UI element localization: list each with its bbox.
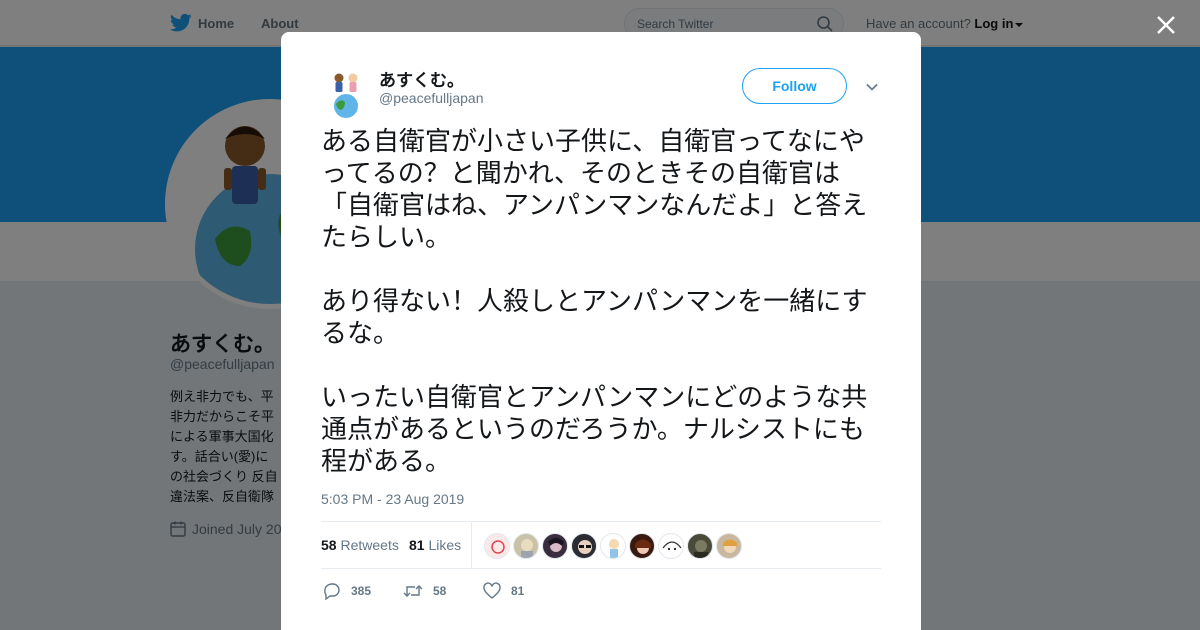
stats-divider [471, 522, 472, 569]
retweet-action-count: 58 [433, 584, 447, 598]
close-icon[interactable] [1155, 14, 1177, 36]
tweet-modal: あすくむ。 @peacefulljapan Follow ある自衛官が小さい子供… [281, 32, 921, 630]
author-name[interactable]: あすくむ。 [379, 66, 464, 91]
like-button[interactable]: 81 [483, 582, 524, 600]
tweet-actions: 385 58 81 [321, 580, 881, 604]
tweet-timestamp[interactable]: 5:03 PM - 23 Aug 2019 [321, 491, 464, 507]
liker-avatar[interactable] [600, 533, 626, 559]
liker-avatar[interactable] [484, 533, 510, 559]
tweet-stats: 58 Retweets 81 Likes [321, 521, 881, 569]
retweet-icon [403, 585, 423, 597]
liker-avatar[interactable] [571, 533, 597, 559]
likes-stat[interactable]: 81 Likes [409, 537, 461, 553]
likes-label: Likes [428, 537, 462, 553]
reply-count: 385 [351, 584, 372, 598]
reply-button[interactable]: 385 [323, 582, 371, 600]
tweet-paragraph: いったい自衛官とアンパンマンにどのような共通点があるというのだろうか。ナルシスト… [321, 383, 868, 477]
retweets-stat[interactable]: 58 Retweets [321, 537, 399, 553]
retweet-button[interactable]: 58 [403, 582, 446, 600]
tweet-text: ある自衛官が小さい子供に、自衛官ってなにやってるの？と聞かれ、そのときその自衛官… [321, 126, 885, 510]
liker-avatar[interactable] [716, 533, 742, 559]
liker-avatars [484, 533, 742, 559]
retweets-label: Retweets [340, 537, 399, 553]
liker-avatar[interactable] [687, 533, 713, 559]
tweet-paragraph: あり得ない！人殺しとアンパンマンを一緒にするな。 [321, 287, 868, 349]
liker-avatar[interactable] [542, 533, 568, 559]
author-avatar-illustration [321, 68, 371, 118]
chevron-down-icon[interactable] [865, 80, 879, 94]
liker-avatar[interactable] [629, 533, 655, 559]
liker-avatar[interactable] [513, 533, 539, 559]
reply-icon [324, 583, 340, 600]
liker-avatar[interactable] [658, 533, 684, 559]
like-action-count: 81 [511, 584, 525, 598]
tweet-paragraph: ある自衛官が小さい子供に、自衛官ってなにやってるの？と聞かれ、そのときその自衛官… [321, 127, 868, 253]
retweets-count: 58 [321, 537, 337, 553]
follow-button[interactable]: Follow [742, 68, 847, 104]
heart-icon [483, 582, 501, 599]
author-handle[interactable]: @peacefulljapan [379, 90, 484, 106]
author-avatar[interactable] [321, 68, 371, 118]
likes-count: 81 [409, 537, 425, 553]
